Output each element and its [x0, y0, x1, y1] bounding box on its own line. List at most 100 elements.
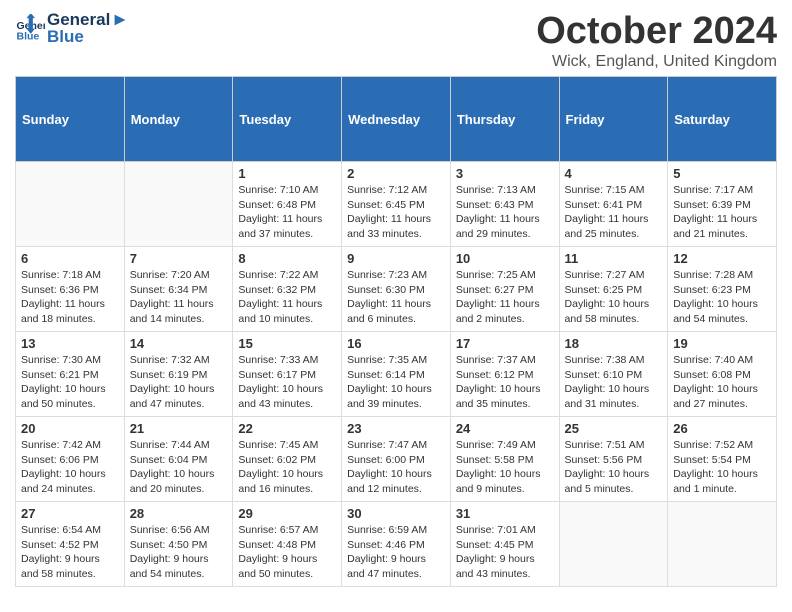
table-row: 17 Sunrise: 7:37 AMSunset: 6:12 PMDayligh…: [450, 332, 559, 417]
header: General Blue General Blue October 2024 W…: [15, 10, 777, 71]
day-number: 11: [565, 251, 663, 266]
calendar-week-row: 1 Sunrise: 7:10 AMSunset: 6:48 PMDaylight…: [16, 162, 777, 247]
calendar-week-row: 20 Sunrise: 7:42 AMSunset: 6:06 PMDayligh…: [16, 417, 777, 502]
table-row: 29 Sunrise: 6:57 AMSunset: 4:48 PMDayligh…: [233, 502, 342, 587]
table-row: 26 Sunrise: 7:52 AMSunset: 5:54 PMDayligh…: [668, 417, 777, 502]
day-info: Sunrise: 7:38 AMSunset: 6:10 PMDaylight:…: [565, 353, 663, 412]
day-info: Sunrise: 7:18 AMSunset: 6:36 PMDaylight:…: [21, 268, 119, 327]
table-row: 9 Sunrise: 7:23 AMSunset: 6:30 PMDaylight…: [342, 247, 451, 332]
table-row: 28 Sunrise: 6:56 AMSunset: 4:50 PMDayligh…: [124, 502, 233, 587]
month-title: October 2024: [536, 10, 777, 53]
col-tuesday: Tuesday: [233, 77, 342, 162]
day-number: 22: [238, 421, 336, 436]
day-number: 3: [456, 166, 554, 181]
day-info: Sunrise: 7:15 AMSunset: 6:41 PMDaylight:…: [565, 183, 663, 242]
table-row: [668, 502, 777, 587]
table-row: 19 Sunrise: 7:40 AMSunset: 6:08 PMDayligh…: [668, 332, 777, 417]
day-info: Sunrise: 7:22 AMSunset: 6:32 PMDaylight:…: [238, 268, 336, 327]
day-info: Sunrise: 7:42 AMSunset: 6:06 PMDaylight:…: [21, 438, 119, 497]
day-number: 19: [673, 336, 771, 351]
table-row: 16 Sunrise: 7:35 AMSunset: 6:14 PMDayligh…: [342, 332, 451, 417]
day-info: Sunrise: 7:37 AMSunset: 6:12 PMDaylight:…: [456, 353, 554, 412]
calendar-header-row: Sunday Monday Tuesday Wednesday Thursday…: [16, 77, 777, 162]
table-row: 11Sunrise: 7:27 AMSunset: 6:25 PMDayligh…: [559, 247, 668, 332]
day-number: 2: [347, 166, 445, 181]
table-row: 14 Sunrise: 7:32 AMSunset: 6:19 PMDayligh…: [124, 332, 233, 417]
day-info: Sunrise: 7:47 AMSunset: 6:00 PMDaylight:…: [347, 438, 445, 497]
day-info: Sunrise: 7:28 AMSunset: 6:23 PMDaylight:…: [673, 268, 771, 327]
day-number: 17: [456, 336, 554, 351]
location: Wick, England, United Kingdom: [536, 53, 777, 71]
day-number: 13: [21, 336, 119, 351]
calendar-table: Sunday Monday Tuesday Wednesday Thursday…: [15, 76, 777, 587]
day-number: 29: [238, 506, 336, 521]
table-row: 20 Sunrise: 7:42 AMSunset: 6:06 PMDayligh…: [16, 417, 125, 502]
day-info: Sunrise: 7:10 AMSunset: 6:48 PMDaylight:…: [238, 183, 336, 242]
day-number: 20: [21, 421, 119, 436]
table-row: 30Sunrise: 6:59 AMSunset: 4:46 PMDayligh…: [342, 502, 451, 587]
col-friday: Friday: [559, 77, 668, 162]
day-info: Sunrise: 7:23 AMSunset: 6:30 PMDaylight:…: [347, 268, 445, 327]
day-number: 16: [347, 336, 445, 351]
table-row: [16, 162, 125, 247]
day-number: 23: [347, 421, 445, 436]
day-number: 27: [21, 506, 119, 521]
day-number: 24: [456, 421, 554, 436]
table-row: 18Sunrise: 7:38 AMSunset: 6:10 PMDayligh…: [559, 332, 668, 417]
table-row: 15Sunrise: 7:33 AMSunset: 6:17 PMDayligh…: [233, 332, 342, 417]
title-block: October 2024 Wick, England, United Kingd…: [536, 10, 777, 71]
day-number: 6: [21, 251, 119, 266]
table-row: 12 Sunrise: 7:28 AMSunset: 6:23 PMDayligh…: [668, 247, 777, 332]
col-saturday: Saturday: [668, 77, 777, 162]
day-number: 7: [130, 251, 228, 266]
table-row: 22Sunrise: 7:45 AMSunset: 6:02 PMDayligh…: [233, 417, 342, 502]
table-row: 5Sunrise: 7:17 AMSunset: 6:39 PMDaylight…: [668, 162, 777, 247]
col-thursday: Thursday: [450, 77, 559, 162]
table-row: [559, 502, 668, 587]
day-info: Sunrise: 7:12 AMSunset: 6:45 PMDaylight:…: [347, 183, 445, 242]
day-number: 21: [130, 421, 228, 436]
day-info: Sunrise: 7:44 AMSunset: 6:04 PMDaylight:…: [130, 438, 228, 497]
day-number: 1: [238, 166, 336, 181]
table-row: 24Sunrise: 7:49 AMSunset: 5:58 PMDayligh…: [450, 417, 559, 502]
day-info: Sunrise: 6:56 AMSunset: 4:50 PMDaylight:…: [130, 523, 228, 582]
table-row: 27 Sunrise: 6:54 AMSunset: 4:52 PMDayligh…: [16, 502, 125, 587]
table-row: 2 Sunrise: 7:12 AMSunset: 6:45 PMDaylight…: [342, 162, 451, 247]
day-info: Sunrise: 7:20 AMSunset: 6:34 PMDaylight:…: [130, 268, 228, 327]
day-number: 25: [565, 421, 663, 436]
day-number: 28: [130, 506, 228, 521]
day-info: Sunrise: 7:40 AMSunset: 6:08 PMDaylight:…: [673, 353, 771, 412]
table-row: 13 Sunrise: 7:30 AMSunset: 6:21 PMDayligh…: [16, 332, 125, 417]
calendar-week-row: 6 Sunrise: 7:18 AMSunset: 6:36 PMDaylight…: [16, 247, 777, 332]
logo-arrow-icon: [111, 11, 129, 29]
day-number: 10: [456, 251, 554, 266]
table-row: 21 Sunrise: 7:44 AMSunset: 6:04 PMDayligh…: [124, 417, 233, 502]
day-number: 26: [673, 421, 771, 436]
day-info: Sunrise: 7:35 AMSunset: 6:14 PMDaylight:…: [347, 353, 445, 412]
day-info: Sunrise: 7:01 AMSunset: 4:45 PMDaylight:…: [456, 523, 554, 582]
table-row: 1 Sunrise: 7:10 AMSunset: 6:48 PMDaylight…: [233, 162, 342, 247]
day-number: 9: [347, 251, 445, 266]
day-info: Sunrise: 7:25 AMSunset: 6:27 PMDaylight:…: [456, 268, 554, 327]
table-row: 8 Sunrise: 7:22 AMSunset: 6:32 PMDaylight…: [233, 247, 342, 332]
day-info: Sunrise: 7:30 AMSunset: 6:21 PMDaylight:…: [21, 353, 119, 412]
day-info: Sunrise: 7:51 AMSunset: 5:56 PMDaylight:…: [565, 438, 663, 497]
day-number: 14: [130, 336, 228, 351]
day-info: Sunrise: 6:57 AMSunset: 4:48 PMDaylight:…: [238, 523, 336, 582]
day-info: Sunrise: 7:52 AMSunset: 5:54 PMDaylight:…: [673, 438, 771, 497]
day-info: Sunrise: 7:13 AMSunset: 6:43 PMDaylight:…: [456, 183, 554, 242]
day-info: Sunrise: 7:32 AMSunset: 6:19 PMDaylight:…: [130, 353, 228, 412]
day-info: Sunrise: 6:54 AMSunset: 4:52 PMDaylight:…: [21, 523, 119, 582]
table-row: 7 Sunrise: 7:20 AMSunset: 6:34 PMDaylight…: [124, 247, 233, 332]
day-info: Sunrise: 7:17 AMSunset: 6:39 PMDaylight:…: [673, 183, 771, 242]
day-number: 31: [456, 506, 554, 521]
day-number: 8: [238, 251, 336, 266]
table-row: 3 Sunrise: 7:13 AMSunset: 6:43 PMDaylight…: [450, 162, 559, 247]
day-info: Sunrise: 6:59 AMSunset: 4:46 PMDaylight:…: [347, 523, 445, 582]
day-number: 12: [673, 251, 771, 266]
day-number: 15: [238, 336, 336, 351]
logo-icon: General Blue: [15, 14, 45, 44]
table-row: 10 Sunrise: 7:25 AMSunset: 6:27 PMDayligh…: [450, 247, 559, 332]
logo: General Blue General Blue: [15, 10, 129, 47]
calendar-week-row: 27 Sunrise: 6:54 AMSunset: 4:52 PMDayligh…: [16, 502, 777, 587]
